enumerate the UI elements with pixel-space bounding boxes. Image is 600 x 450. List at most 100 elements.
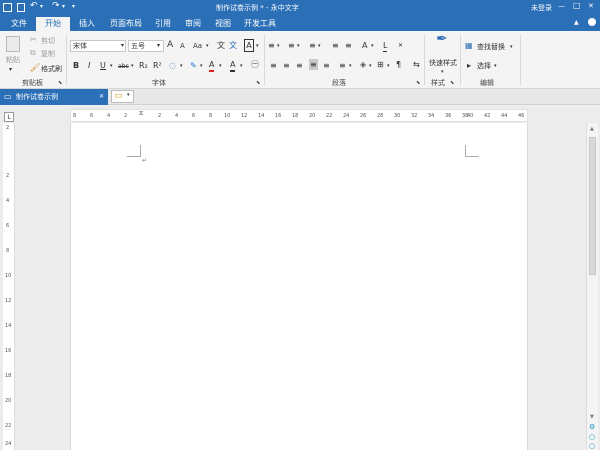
increase-indent-icon[interactable]: ≡ [345, 40, 352, 51]
character-shading-icon[interactable]: A [230, 59, 236, 72]
vertical-scrollbar[interactable]: ▲ ▼ ⚙ ○ ○ [586, 123, 598, 450]
shrink-font-icon[interactable]: A [180, 41, 185, 52]
tab-review[interactable]: 审阅 [180, 17, 206, 31]
previous-page-button[interactable]: ○ [589, 433, 595, 441]
font-name-dropdown-icon[interactable]: ▾ [121, 40, 124, 51]
strikethrough-dropdown-icon[interactable]: ▾ [131, 61, 134, 72]
save-icon[interactable] [17, 3, 25, 12]
tab-file[interactable]: 文件 [4, 17, 34, 31]
borders-dropdown-icon[interactable]: ▾ [387, 61, 390, 72]
font-size-dropdown-icon[interactable]: ▾ [157, 40, 160, 51]
document-page[interactable]: ↵ [70, 123, 528, 450]
line-spacing-dropdown-icon[interactable]: ▾ [349, 61, 352, 72]
cut-button[interactable]: 剪切 [41, 36, 55, 46]
undo-dropdown-icon[interactable]: ▾ [40, 3, 43, 10]
align-center-icon[interactable]: ≡ [283, 60, 290, 71]
distributed-icon[interactable]: ≡ [323, 60, 330, 71]
horizontal-ruler[interactable]: 8 6 4 2 ⧖ 2 4 6 8 10 12 14 16 18 20 22 2… [70, 109, 528, 122]
bullets-icon[interactable]: ≡ [268, 40, 275, 51]
font-color-dropdown-icon[interactable]: ▾ [219, 61, 222, 72]
justify-icon[interactable]: ≡ [309, 59, 318, 70]
select-button[interactable]: 选择 [477, 61, 491, 71]
paste-icon[interactable] [6, 36, 20, 52]
find-replace-button[interactable]: 查找替换 [477, 42, 505, 52]
clear-format-dropdown-icon[interactable]: ▾ [180, 61, 183, 72]
quick-styles-icon[interactable]: ✒ [436, 32, 448, 46]
subscript-button[interactable]: R₂ [139, 60, 148, 71]
styles-launcher-icon[interactable]: ⬊ [450, 78, 454, 89]
quick-styles-dropdown-icon[interactable]: ▾ [441, 67, 444, 78]
scroll-down-arrow[interactable]: ▼ [590, 414, 594, 420]
document-tab[interactable]: ▭ 制作试卷示例 ✕ [0, 89, 108, 105]
paragraph-mark-icon[interactable]: ¶ [396, 59, 401, 70]
strikethrough-button[interactable]: abc [118, 61, 129, 72]
app-icon[interactable] [3, 3, 12, 12]
tab-developer[interactable]: 开发工具 [240, 17, 280, 31]
align-left-icon[interactable]: ≡ [270, 60, 277, 71]
character-border-dropdown-icon[interactable]: ▾ [256, 41, 259, 52]
shading-icon[interactable]: ◈ [360, 59, 366, 70]
tab-view[interactable]: 视图 [210, 17, 236, 31]
numbering-dropdown-icon[interactable]: ▾ [297, 41, 300, 52]
copy-button[interactable]: 复制 [41, 49, 55, 59]
decrease-indent-icon[interactable]: ≡ [332, 40, 339, 51]
bullets-dropdown-icon[interactable]: ▾ [277, 41, 280, 52]
italic-button[interactable]: I [88, 60, 90, 71]
borders-icon[interactable]: ⊞ [377, 59, 384, 70]
multilevel-list-icon[interactable]: ≡ [309, 40, 316, 51]
redo-icon[interactable]: ↷ [52, 1, 60, 11]
change-case-icon[interactable]: Aa [193, 41, 202, 52]
superscript-button[interactable]: R² [153, 60, 162, 71]
font-color-icon[interactable]: A [209, 59, 215, 72]
help-icon[interactable] [588, 18, 596, 26]
tab-insert[interactable]: 插入 [72, 17, 102, 31]
scroll-up-arrow[interactable]: ▲ [590, 126, 594, 132]
scrollbar-thumb[interactable] [589, 137, 596, 275]
quick-access-menu[interactable]: ▾ [72, 3, 75, 10]
circled-character-icon[interactable]: ㊀ [251, 59, 259, 70]
paste-dropdown-icon[interactable]: ▾ [9, 64, 12, 75]
align-right-icon[interactable]: ≡ [296, 60, 303, 71]
indent-marker[interactable]: ⧖ [139, 110, 143, 118]
format-painter-button[interactable]: 格式刷 [41, 64, 62, 74]
highlight-dropdown-icon[interactable]: ▾ [200, 61, 203, 72]
sort-icon[interactable]: L [383, 40, 388, 52]
show-marks-icon[interactable]: ✕ [398, 40, 403, 51]
paragraph-launcher-icon[interactable]: ⬊ [416, 78, 420, 89]
browse-object-button[interactable]: ⚙ [589, 423, 595, 431]
tab-home[interactable]: 开始 [36, 17, 70, 31]
next-page-button[interactable]: ○ [589, 442, 595, 450]
close-button[interactable]: ✕ [588, 2, 594, 10]
undo-icon[interactable]: ↶ [30, 1, 38, 11]
underline-button[interactable]: U [100, 60, 106, 71]
tab-page-layout[interactable]: 页面布局 [106, 17, 146, 31]
tab-stop-selector[interactable]: L [4, 112, 14, 122]
asian-layout-icon[interactable]: A [362, 40, 367, 51]
font-name-combo[interactable]: 宋体 [70, 40, 126, 52]
ribbon-collapse-icon[interactable]: ▲ [574, 19, 579, 26]
tab-references[interactable]: 引用 [150, 17, 176, 31]
maximize-button[interactable]: □ [573, 1, 581, 10]
character-border-icon[interactable]: A [244, 39, 254, 52]
document-tab-close[interactable]: ✕ [99, 89, 104, 105]
redo-dropdown-icon[interactable]: ▾ [62, 3, 65, 10]
text-wrap-icon[interactable]: ⇆ [413, 59, 420, 70]
clipboard-launcher-icon[interactable]: ⬊ [58, 78, 62, 89]
font-launcher-icon[interactable]: ⬊ [256, 78, 260, 89]
minimize-button[interactable]: — [558, 2, 565, 10]
multilevel-list-dropdown-icon[interactable]: ▾ [318, 41, 321, 52]
new-document-button[interactable]: ▭ ▾ [111, 90, 134, 103]
bold-button[interactable]: B [73, 60, 79, 71]
enclose-characters-icon[interactable]: 文 [229, 40, 237, 51]
change-case-dropdown-icon[interactable]: ▾ [206, 41, 209, 52]
new-document-dropdown-icon[interactable]: ▾ [127, 92, 130, 98]
clear-format-icon[interactable]: ◌ [169, 60, 176, 71]
select-dropdown-icon[interactable]: ▾ [494, 61, 497, 72]
login-link[interactable]: 未登录 [531, 3, 552, 13]
find-replace-dropdown-icon[interactable]: ▾ [510, 42, 513, 53]
vertical-ruler[interactable]: 2 2 4 6 8 10 12 14 16 18 20 22 24 [3, 123, 15, 450]
grow-font-icon[interactable]: A [167, 40, 173, 51]
phonetic-guide-icon[interactable]: 文 [217, 40, 225, 51]
asian-layout-dropdown-icon[interactable]: ▾ [371, 41, 374, 52]
character-shading-dropdown-icon[interactable]: ▾ [240, 61, 243, 72]
